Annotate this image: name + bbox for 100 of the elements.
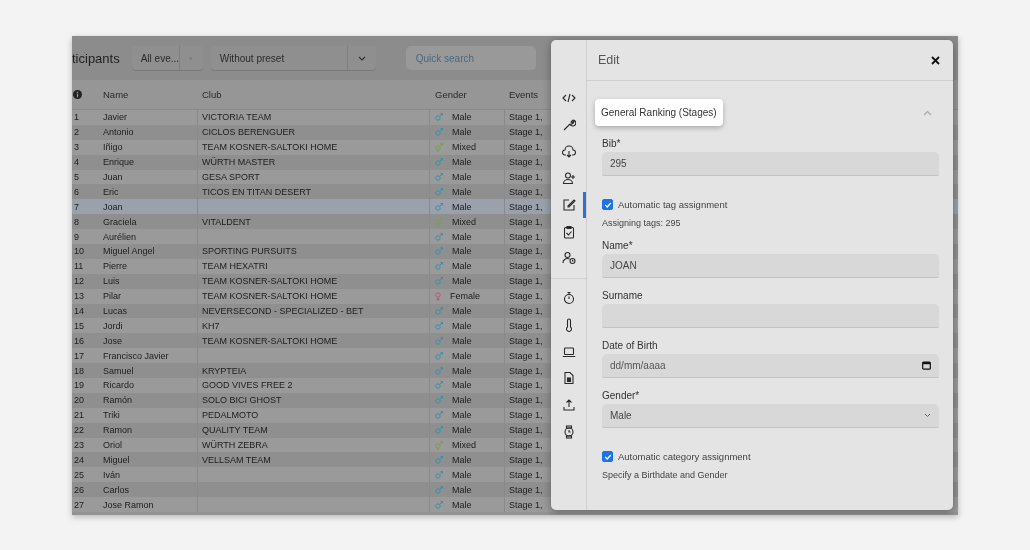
table-cell: Male [452,306,472,316]
table-cell: Miguel Angel [103,246,155,257]
row-number: 7 [74,201,79,212]
table-cell: Stage 1, [509,365,543,376]
table-cell: Stage 1, [509,395,543,406]
checkbox-label: Automatic category assignment [618,451,751,462]
row-number: 1 [74,112,79,123]
row-number: 17 [74,350,84,361]
male-symbol-icon [435,426,443,435]
column-header[interactable]: Name [103,89,129,100]
male-symbol-icon [435,173,443,181]
table-cell: Male [452,186,472,197]
row-number: 21 [74,410,84,421]
table-cell: Stage 1, [509,440,543,451]
row-number: 25 [74,469,84,480]
input-field[interactable]: 295 [602,152,939,176]
row-number: 11 [74,261,84,272]
table-cell: TEAM KOSNER-SALTOKI HOME [202,291,338,302]
row-number: 27 [74,499,84,510]
table-cell: Mixed [452,142,476,153]
row-number: 22 [74,425,84,436]
section-tab[interactable]: General Ranking (Stages) [595,99,723,126]
table-cell: Francisco Javier [103,350,169,361]
table-cell: Eric [103,186,119,197]
search-field[interactable]: Quick search [405,46,536,70]
clipboard-check-icon [561,224,576,239]
table-cell: Pierre [103,261,127,272]
row-number: 4 [74,157,79,168]
table-cell: Jose Ramon [103,499,154,510]
row-number: 10 [74,246,84,257]
table-cell: VICTORIA TEAM [202,112,272,123]
row-number: 26 [74,484,84,495]
row-number: 2 [74,127,79,138]
table-cell: Enrique [103,157,135,168]
table-cell: Stage 1, [509,216,543,227]
gender-symbol-icon [435,142,443,152]
table-cell: TEAM HEXATRI [202,261,268,272]
table-cell: Male [452,157,472,168]
field-label: Bib* [602,138,622,149]
table-cell: Oriol [103,440,122,451]
table-cell: Ramón [103,395,132,406]
date-field[interactable]: dd/mm/aaaa [602,354,939,378]
table-cell: Male [452,469,472,480]
table-cell: PEDALMOTO [202,410,259,421]
input-field[interactable]: JOAN [602,254,939,278]
table-cell: Stage 1, [509,320,543,331]
male-symbol-icon [435,158,443,167]
table-cell: VITALDENT [202,216,251,227]
column-header[interactable]: Events [509,89,539,100]
table-cell: Male [452,231,472,242]
table-cell: Stage 1, [509,172,543,182]
row-number: 23 [74,440,84,451]
male-symbol-icon [435,232,443,241]
table-cell: Female [450,291,480,302]
table-cell: Male [452,425,472,436]
table-cell: Stage 1, [509,112,543,123]
table-cell: SPORTING PURSUITS [202,246,297,257]
user-clock-icon [561,251,576,266]
row-number: 18 [74,365,84,376]
column-header[interactable]: Club [202,89,222,100]
table-cell: Miguel [103,454,130,465]
input-field[interactable] [602,304,939,328]
table-cell: Male [452,246,472,257]
row-number: 8 [74,216,79,227]
row-number: 9 [74,231,79,242]
table-cell: Stage 1, [509,499,543,510]
wrench-icon [561,118,576,133]
row-number: 3 [74,142,79,153]
watch-icon [561,424,576,439]
table-cell: Triki [103,410,120,421]
male-symbol-icon [435,485,443,494]
gender-select[interactable]: Male [602,404,939,428]
event-dropdown[interactable]: All eve... [131,46,203,70]
file-icon [561,371,576,386]
table-cell: Male [452,365,472,376]
calendar-icon [922,361,931,370]
checkbox[interactable] [602,451,613,462]
male-symbol-icon [435,113,443,122]
row-number: 12 [74,276,84,287]
row-number: 14 [74,306,84,316]
preset-dropdown[interactable]: Without preset [210,46,376,70]
table-cell: Stage 1, [509,350,543,361]
male-symbol-icon [435,500,443,509]
male-symbol-icon [435,277,443,286]
close-icon [931,55,940,65]
table-cell: TEAM KOSNER-SALTOKI HOME [202,142,338,153]
table-cell: KH7 [202,320,220,331]
table-cell: Stage 1, [509,261,543,272]
laptop-icon [561,344,576,359]
table-cell: Stage 1, [509,246,543,257]
table-cell: Stage 1, [509,127,543,138]
table-cell: Stage 1, [509,410,543,421]
table-cell: Stage 1, [509,291,543,302]
table-cell: Lucas [103,306,128,316]
table-cell: Mixed [452,216,476,227]
table-cell: Stage 1, [509,380,543,391]
checkbox[interactable] [602,199,613,210]
helper-text: Specify a Birthdate and Gender [602,470,729,480]
column-header[interactable]: Gender [435,89,467,100]
field-label: Gender* [602,390,641,401]
